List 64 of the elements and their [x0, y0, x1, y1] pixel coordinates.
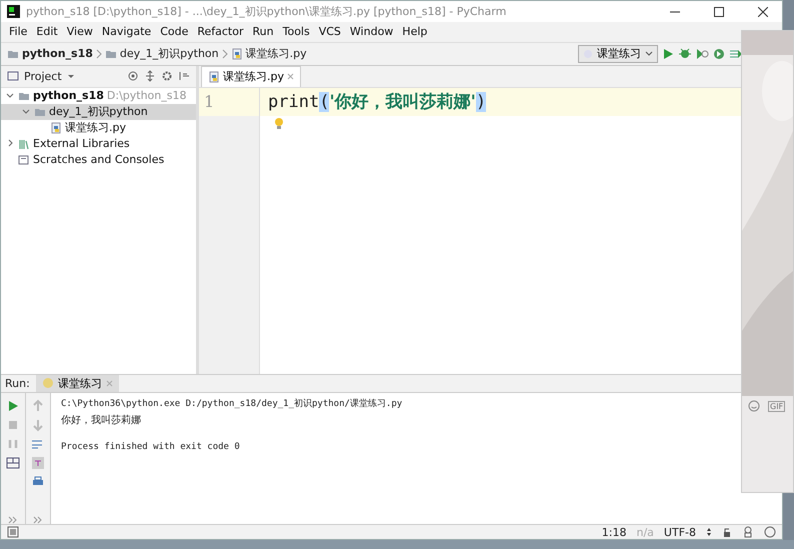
- panel-toggle-icon[interactable]: [7, 526, 19, 538]
- maximize-icon: [714, 6, 724, 16]
- debug-icon[interactable]: [678, 46, 692, 61]
- tree-item[interactable]: 课堂练习.py: [1, 120, 196, 136]
- run-tab[interactable]: 课堂练习: [36, 374, 119, 392]
- tree-item[interactable]: External Libraries: [1, 136, 196, 152]
- profile-icon[interactable]: [712, 46, 726, 61]
- lock-icon[interactable]: [722, 526, 732, 538]
- line-number: 1: [203, 92, 214, 112]
- menu-item[interactable]: Code: [156, 25, 192, 38]
- menu-item[interactable]: Window: [346, 25, 398, 38]
- menu-item[interactable]: Help: [398, 25, 432, 38]
- menu-item[interactable]: Edit: [32, 25, 62, 38]
- chevron-right-icon: [222, 48, 228, 60]
- target-icon[interactable]: [127, 70, 139, 82]
- collapse-icon[interactable]: [144, 70, 156, 82]
- run-icon[interactable]: [6, 398, 20, 413]
- smiley-icon[interactable]: [748, 400, 760, 412]
- library-icon: [18, 138, 30, 150]
- editor-tab[interactable]: 课堂练习.py: [201, 66, 301, 87]
- console-line: 你好，我叫莎莉娜: [61, 414, 141, 427]
- tree-item[interactable]: python_s18 D:\python_s18: [1, 88, 196, 104]
- python-file-icon: [230, 48, 243, 60]
- breadcrumb[interactable]: python_s18: [22, 47, 93, 60]
- coverage-icon[interactable]: [695, 46, 709, 61]
- lightbulb-icon[interactable]: [274, 116, 284, 131]
- menu-item[interactable]: Refactor: [193, 25, 248, 38]
- more-icon[interactable]: [8, 516, 18, 524]
- run-config-dropdown[interactable]: 课堂练习: [578, 44, 658, 63]
- menu-item[interactable]: File: [5, 25, 32, 38]
- updown-icon[interactable]: [706, 526, 712, 538]
- menu-item[interactable]: Tools: [278, 25, 314, 38]
- tree-item[interactable]: dey_1_初识python: [1, 104, 196, 120]
- chevron-right-icon: [96, 48, 102, 60]
- breadcrumb[interactable]: dey_1_初识python: [120, 46, 219, 62]
- project-icon: [7, 70, 19, 82]
- hide-icon[interactable]: [178, 70, 190, 82]
- settings-icon[interactable]: [161, 70, 173, 82]
- breadcrumb[interactable]: 课堂练习.py: [246, 46, 307, 62]
- more-icon[interactable]: [33, 516, 43, 524]
- menu-item[interactable]: Run: [248, 25, 278, 38]
- caret-position[interactable]: 1:18: [602, 526, 626, 539]
- console-icon: [18, 154, 30, 166]
- menu-item[interactable]: Navigate: [98, 25, 156, 38]
- app-logo-icon: [7, 5, 20, 18]
- gif-button[interactable]: GIF: [768, 400, 786, 412]
- project-path: D:\python_s18: [106, 89, 186, 102]
- console-line: Process finished with exit code 0: [61, 442, 240, 452]
- console-line: C:\Python36\python.exe D:/python_s18/dey_1_初识python/课堂练习.py: [61, 398, 402, 410]
- caret-icon: [645, 50, 653, 58]
- window-title: python_s18 [D:\python_s18] - ...\dey_1_初识python\课堂练习.py [python_s18] - PyCharm: [26, 4, 508, 19]
- python-file-icon: [50, 122, 62, 134]
- python-file-icon: [208, 70, 220, 83]
- layout-icon[interactable]: [6, 456, 20, 470]
- panel-title[interactable]: Project: [24, 70, 62, 83]
- run-label: Run:: [5, 376, 30, 390]
- close-icon[interactable]: [287, 73, 294, 80]
- file-encoding[interactable]: UTF-8: [664, 526, 696, 539]
- menu-item[interactable]: VCS: [314, 25, 345, 38]
- inspector-icon[interactable]: [742, 526, 754, 538]
- run-icon[interactable]: [661, 46, 675, 61]
- menu-item[interactable]: View: [62, 25, 97, 38]
- close-icon: [758, 6, 768, 16]
- tree-item[interactable]: Scratches and Consoles: [1, 152, 196, 168]
